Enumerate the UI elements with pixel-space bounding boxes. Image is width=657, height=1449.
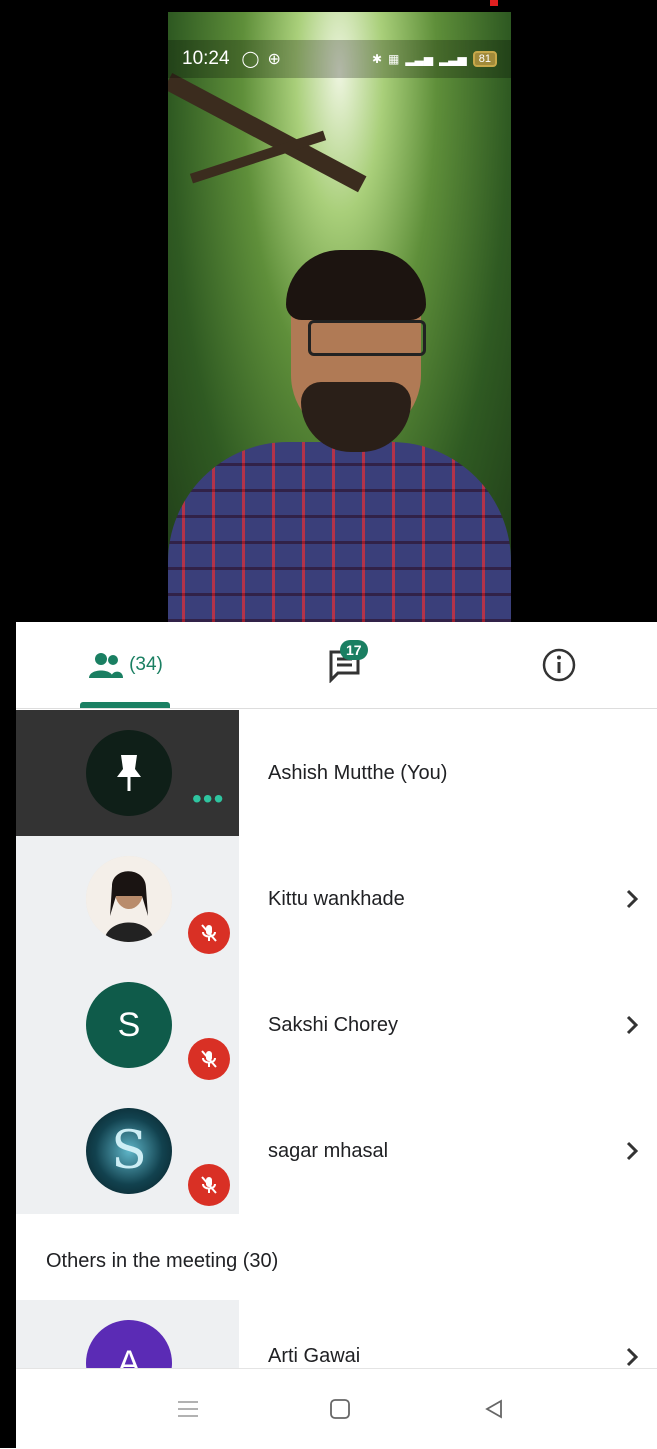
- home-icon[interactable]: [320, 1391, 360, 1427]
- app-icon: ⊕: [267, 51, 281, 68]
- tab-people[interactable]: (34): [80, 622, 172, 708]
- whatsapp-icon: ◯: [241, 51, 260, 68]
- avatar-letter: S: [117, 1005, 141, 1044]
- avatar: [86, 730, 172, 816]
- avatar-letter: A: [117, 1343, 141, 1369]
- participant-name: Arti Gawai: [268, 1345, 361, 1367]
- chevron-right-icon[interactable]: [625, 1088, 639, 1214]
- status-bar: 10:24 ◯ ⊕ ✱ ▦ ▂▃▅ ▂▃▅ 81: [168, 40, 511, 78]
- participant-name: Kittu wankhade: [268, 887, 405, 910]
- pin-icon: [117, 755, 141, 791]
- participant-name: Sakshi Chorey: [268, 1013, 399, 1036]
- profile-photo-icon: [86, 856, 172, 942]
- mic-muted-icon: [188, 912, 230, 954]
- avatar-letter: S: [111, 1121, 147, 1181]
- participant-row[interactable]: A Arti Gawai: [16, 1300, 657, 1368]
- signal-icon: ▂▃▅: [439, 52, 467, 66]
- people-icon: [89, 653, 124, 678]
- menu-icon[interactable]: [168, 1391, 208, 1427]
- participant-row-self[interactable]: ••• Ashish Mutthe (You): [16, 710, 657, 836]
- chevron-right-icon[interactable]: [625, 962, 639, 1088]
- chat-badge: 17: [340, 640, 368, 660]
- battery-icon: 81: [472, 51, 497, 67]
- tab-bar: (34) 17: [16, 622, 657, 709]
- participant-row[interactable]: Kittu wankhade: [16, 836, 657, 962]
- participant-name: sagar mhasal: [268, 1139, 389, 1162]
- participant-row[interactable]: S Sakshi Chorey: [16, 962, 657, 1088]
- mic-muted-icon: [188, 1038, 230, 1080]
- bluetooth-icon: ✱: [371, 52, 383, 66]
- volte-icon: ▦: [388, 52, 400, 66]
- system-nav-bar: [16, 1368, 657, 1449]
- info-icon: [542, 648, 576, 682]
- back-icon[interactable]: [474, 1391, 514, 1427]
- avatar: S: [86, 982, 172, 1068]
- person-shirt: [168, 442, 511, 622]
- more-options-icon[interactable]: •••: [192, 785, 224, 813]
- signal-icon: ▂▃▅: [405, 52, 434, 66]
- mic-muted-icon: [188, 1164, 230, 1206]
- avatar: [86, 856, 172, 942]
- chevron-right-icon[interactable]: [625, 1300, 639, 1368]
- person-glasses: [308, 320, 426, 356]
- chevron-right-icon[interactable]: [625, 836, 639, 962]
- tab-chat[interactable]: 17: [306, 622, 386, 708]
- section-title: Others in the meeting (30): [46, 1250, 279, 1272]
- person-hair: [286, 250, 426, 320]
- avatar: S: [86, 1108, 172, 1194]
- video-feed[interactable]: [168, 12, 511, 622]
- participants-panel: (34) 17 ••• Ashish Mutthe (You) Kittu wa…: [16, 622, 657, 1368]
- top-accent-mark: [490, 0, 498, 6]
- participant-row[interactable]: S sagar mhasal: [16, 1088, 657, 1214]
- participant-name: Ashish Mutthe (You): [268, 761, 448, 784]
- status-time: 10:24: [182, 48, 230, 69]
- tab-info[interactable]: [524, 622, 594, 708]
- active-tab-indicator: [80, 702, 170, 708]
- people-count: (34): [129, 654, 163, 675]
